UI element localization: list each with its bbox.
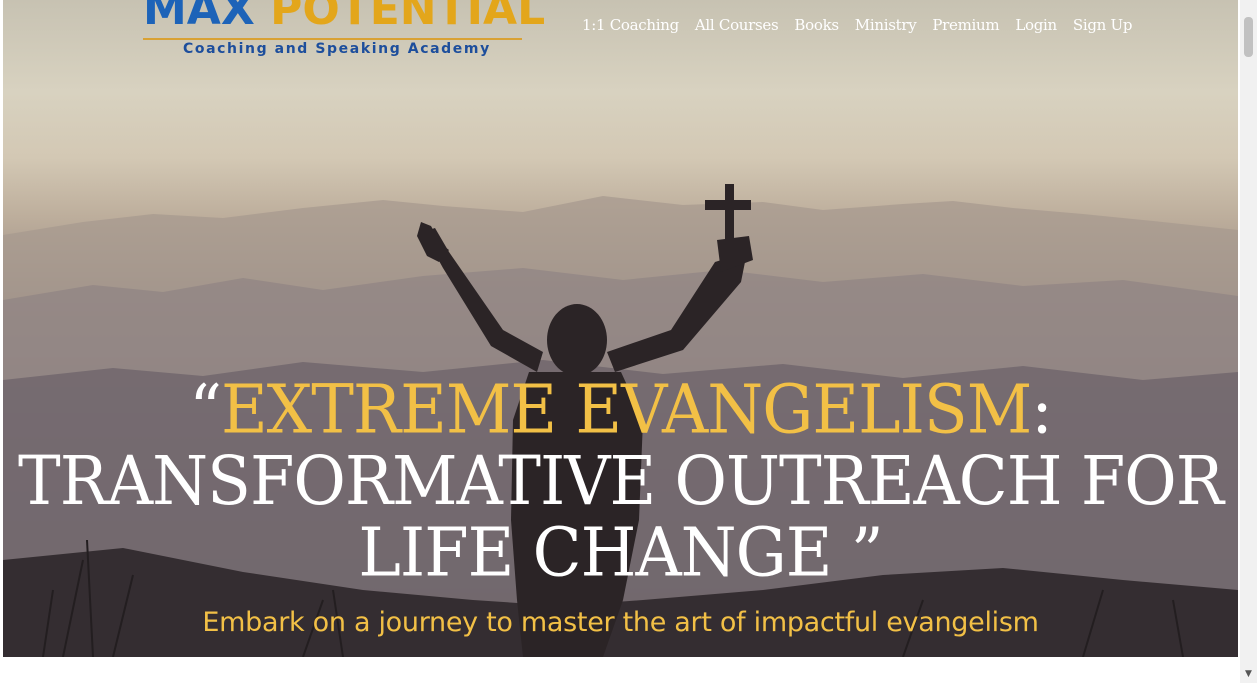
headline-highlight: EXTREME EVANGELISM <box>220 371 1032 450</box>
site-logo[interactable]: MAX POTENTIAL Coaching and Speaking Acad… <box>143 0 545 64</box>
nav-item-ministry[interactable]: Ministry <box>855 16 917 34</box>
hero-tagline: Embark on a journey to master the art of… <box>202 607 1039 638</box>
headline-line-2: TRANSFORMATIVE OUTREACH FOR <box>18 443 1224 521</box>
headline-open-quote: “ <box>189 371 222 450</box>
headline-line-1: “EXTREME EVANGELISM: <box>3 375 1238 446</box>
chevron-down-icon[interactable]: ▼ <box>1243 669 1254 679</box>
main-navigation: 1:1 Coaching All Courses Books Ministry … <box>582 16 1132 34</box>
nav-item-books[interactable]: Books <box>794 16 839 34</box>
nav-item-premium[interactable]: Premium <box>932 16 999 34</box>
logo-title: MAX POTENTIAL <box>143 0 545 36</box>
scrollbar-thumb[interactable] <box>1244 17 1253 57</box>
page-scrollbar[interactable]: ▼ <box>1240 0 1257 683</box>
headline-colon: : <box>1031 371 1053 450</box>
logo-title-potential: POTENTIAL <box>254 0 546 35</box>
nav-item-login[interactable]: Login <box>1015 16 1057 34</box>
logo-divider <box>143 38 522 40</box>
nav-item-coaching[interactable]: 1:1 Coaching <box>582 16 679 34</box>
nav-item-sign-up[interactable]: Sign Up <box>1073 16 1133 34</box>
headline-line-3: LIFE CHANGE ” <box>358 514 883 593</box>
logo-title-max: MAX <box>143 0 255 35</box>
hero-headline: “EXTREME EVANGELISM: TRANSFORMATIVE OUTR… <box>3 375 1238 589</box>
logo-subtitle: Coaching and Speaking Academy <box>183 41 491 57</box>
hero-banner: MAX POTENTIAL Coaching and Speaking Acad… <box>3 0 1238 657</box>
page-below-fold <box>0 657 1240 683</box>
nav-item-all-courses[interactable]: All Courses <box>695 16 779 34</box>
browser-viewport: MAX POTENTIAL Coaching and Speaking Acad… <box>0 0 1257 683</box>
